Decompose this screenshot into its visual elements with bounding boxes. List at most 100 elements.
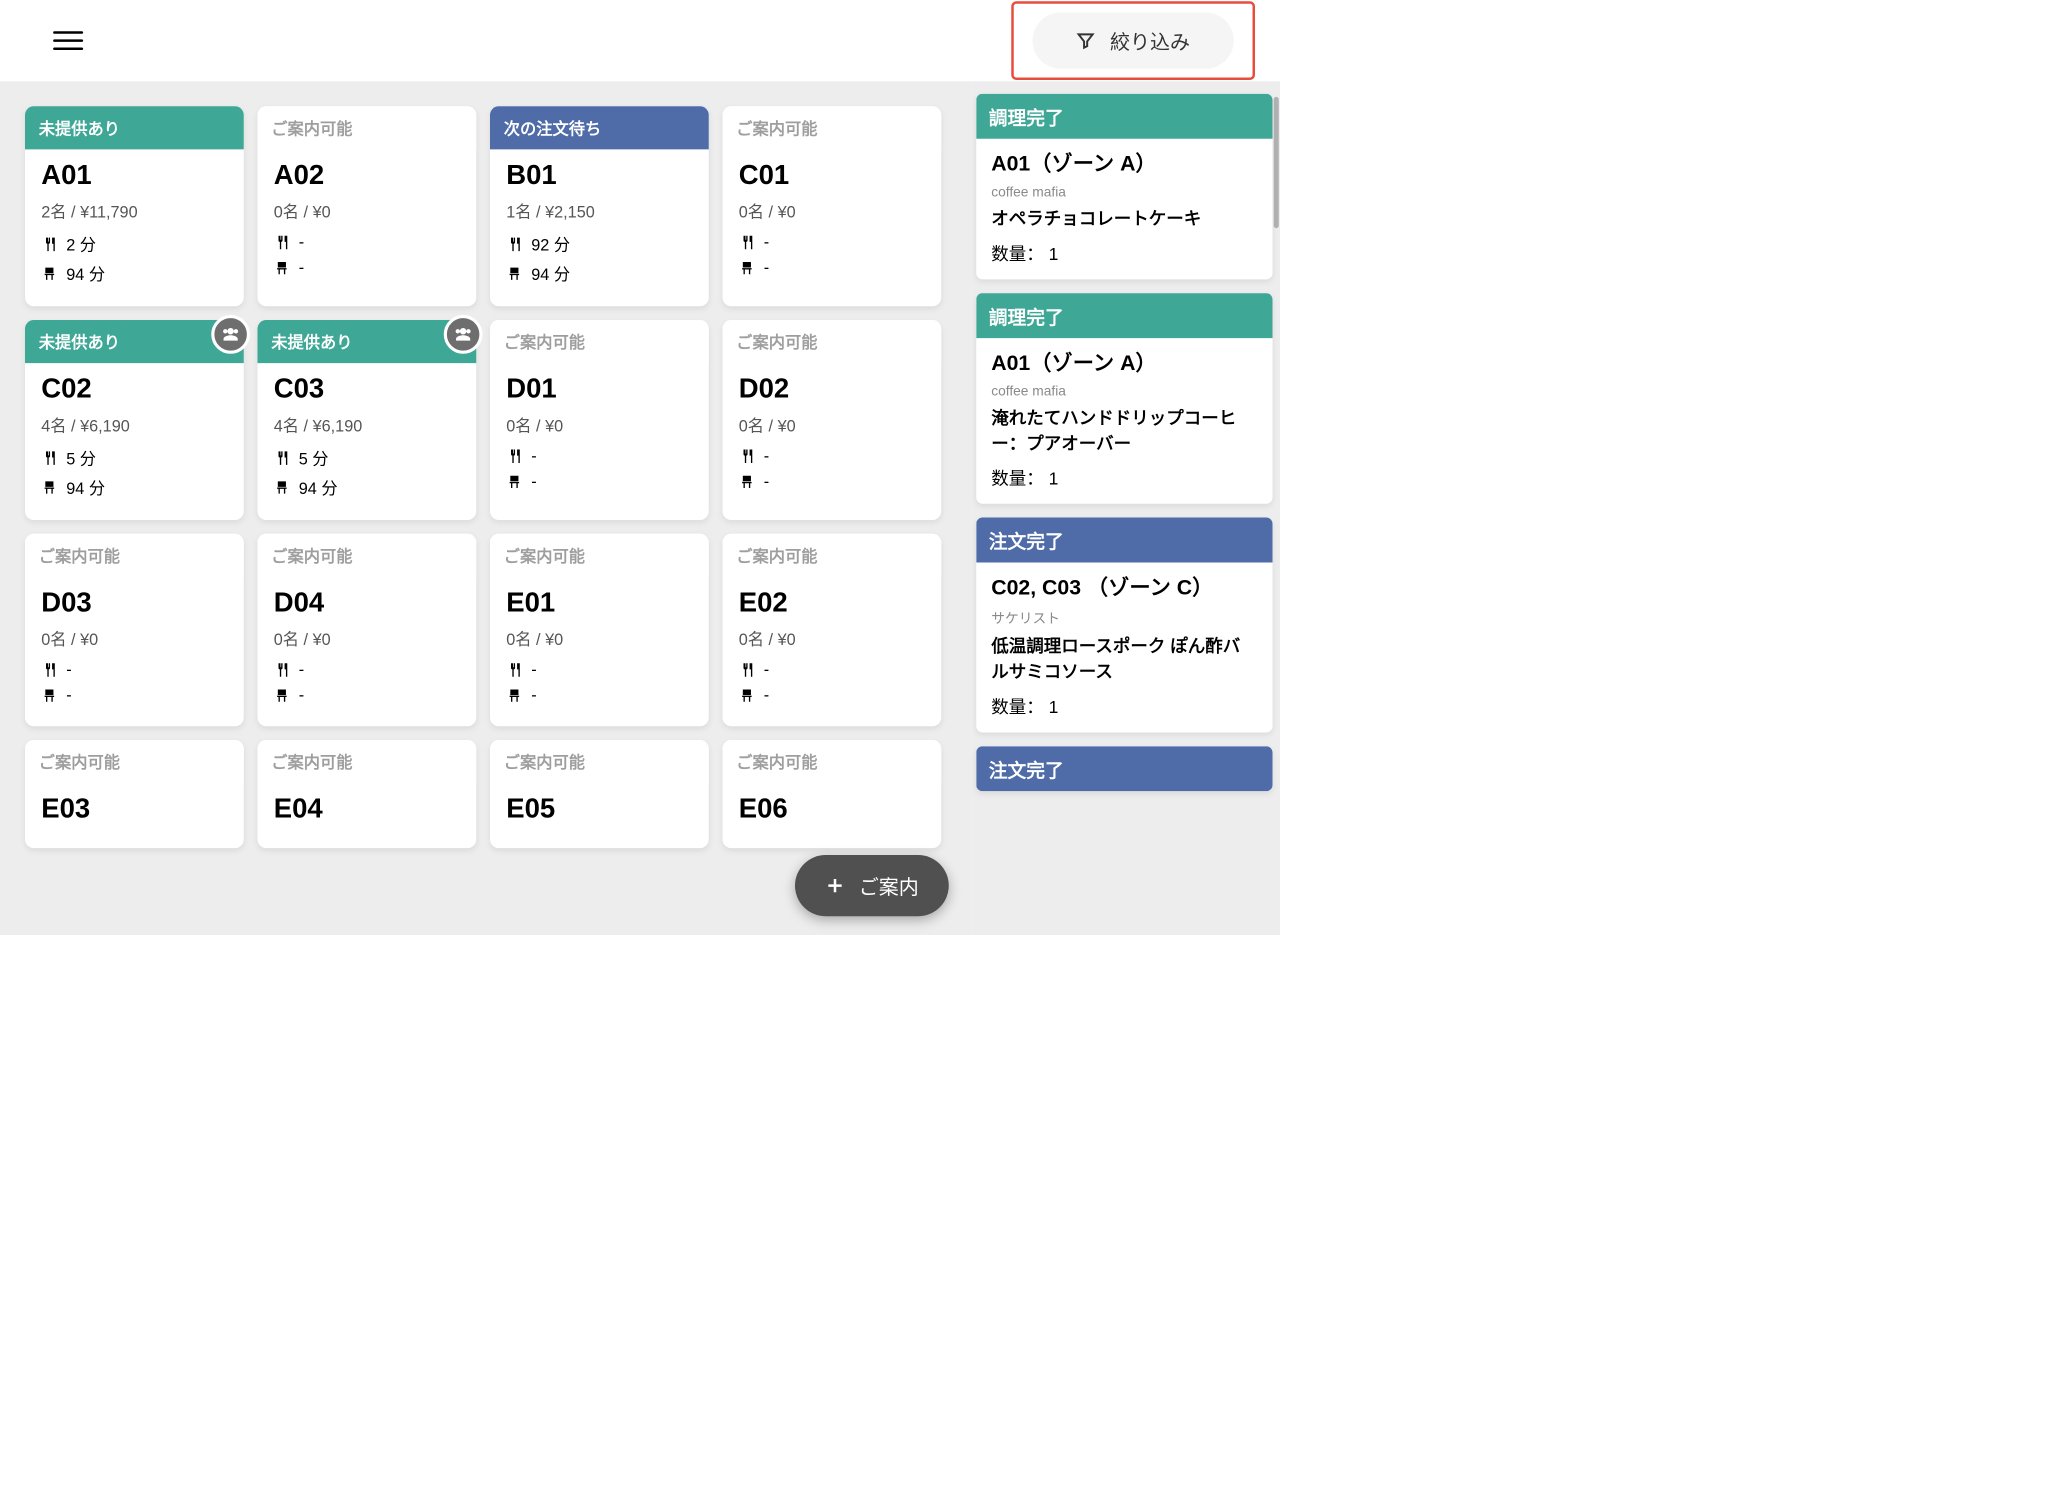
table-id: C02 [41,373,227,404]
table-id: A01 [41,159,227,190]
orders-area: 調理完了A01（ゾーン A）coffee mafiaオペラチョコレートケーキ数量… [971,81,1280,935]
cook-time-row: 2 分 [41,233,227,256]
card-status: 次の注文待ち [490,106,709,149]
table-guests-amount: 0名 / ¥0 [274,627,460,650]
table-card-A01[interactable]: 未提供ありA012名 / ¥11,7902 分94 分 [25,106,244,306]
card-status: ご案内可能 [490,320,709,363]
filter-highlight: 絞り込み [1011,1,1255,80]
order-card[interactable]: 注文完了C02, C03 （ゾーン C）サケリスト低温調理ロースポーク ぽん酢バ… [976,518,1272,733]
table-id: E06 [739,793,925,824]
table-card-E06[interactable]: ご案内可能 E06 [723,740,942,848]
filter-icon [1076,31,1095,50]
card-status: ご案内可能 [723,740,942,783]
seat-time-row: - [274,258,460,277]
scrollbar[interactable] [1273,97,1281,935]
fork-knife-icon [274,234,290,250]
order-shop: サケリスト [991,608,1257,628]
cook-time-row: - [274,660,460,679]
fork-knife-icon [506,448,522,464]
chair-icon [41,265,57,281]
table-id: D04 [274,587,460,618]
chair-icon [41,687,57,703]
fork-knife-icon [739,662,755,678]
seat-time-row: - [506,472,692,491]
table-guests-amount: 0名 / ¥0 [274,199,460,222]
table-guests-amount: 0名 / ¥0 [739,413,925,436]
table-card-C03[interactable]: 未提供ありC034名 / ¥6,1905 分94 分 [258,320,477,520]
chair-icon [506,265,522,281]
table-id: E03 [41,793,227,824]
table-id: E02 [739,587,925,618]
seat-time-row: 94 分 [41,476,227,499]
menu-icon[interactable] [53,31,83,50]
group-badge [444,315,483,354]
card-status: ご案内可能 [723,106,942,149]
seat-time-row: 94 分 [41,262,227,285]
table-card-E04[interactable]: ご案内可能 E04 [258,740,477,848]
card-status: ご案内可能 [490,740,709,783]
filter-label: 絞り込み [1110,26,1190,55]
order-table-label: A01（ゾーン A） [991,150,1257,178]
table-id: D02 [739,373,925,404]
seat-time-row: - [274,686,460,705]
table-guests-amount: 4名 / ¥6,190 [41,413,227,436]
table-guests-amount: 0名 / ¥0 [506,627,692,650]
table-card-C02[interactable]: 未提供ありC024名 / ¥6,1905 分94 分 [25,320,244,520]
fork-knife-icon [739,234,755,250]
seat-time-row: - [506,686,692,705]
order-item-name: 低温調理ロースポーク ぽん酢バルサミコソース [991,634,1257,685]
fork-knife-icon [739,448,755,464]
cook-time-row: - [739,233,925,252]
table-id: E01 [506,587,692,618]
table-card-E01[interactable]: ご案内可能E010名 / ¥0-- [490,534,709,727]
plus-icon [825,876,845,896]
table-card-D03[interactable]: ご案内可能D030名 / ¥0-- [25,534,244,727]
filter-button[interactable]: 絞り込み [1032,13,1233,69]
fork-knife-icon [274,662,290,678]
chair-icon [274,687,290,703]
seat-time-row: - [739,258,925,277]
table-id: D01 [506,373,692,404]
table-card-E03[interactable]: ご案内可能E03 [25,740,244,848]
fork-knife-icon [274,450,290,466]
table-card-B01[interactable]: 次の注文待ちB011名 / ¥2,15092 分94 分 [490,106,709,306]
table-card-D02[interactable]: ご案内可能D020名 / ¥0-- [723,320,942,520]
order-card[interactable]: 調理完了A01（ゾーン A）coffee mafiaオペラチョコレートケーキ数量… [976,94,1272,279]
chair-icon [506,473,522,489]
seat-time-row: - [739,472,925,491]
fork-knife-icon [41,450,57,466]
seat-time-row: - [41,686,227,705]
card-status: ご案内可能 [490,534,709,577]
card-status: ご案内可能 [25,534,244,577]
table-card-D01[interactable]: ご案内可能D010名 / ¥0-- [490,320,709,520]
table-id: B01 [506,159,692,190]
seat-time-row: - [739,686,925,705]
order-quantity: 数量： 1 [991,240,1257,265]
order-shop: coffee mafia [991,184,1257,200]
group-icon [453,324,474,345]
card-status: ご案内可能 [258,740,477,783]
order-card[interactable]: 調理完了A01（ゾーン A）coffee mafia淹れたてハンドドリップコーヒ… [976,293,1272,504]
guide-fab-button[interactable]: ご案内 [795,855,949,916]
table-id: E04 [274,793,460,824]
seat-time-row: 94 分 [274,476,460,499]
table-card-D04[interactable]: ご案内可能D040名 / ¥0-- [258,534,477,727]
card-status: 未提供あり [25,320,244,363]
fab-label: ご案内 [859,871,919,900]
chair-icon [739,473,755,489]
order-card[interactable]: 注文完了 [976,746,1272,791]
table-card-C01[interactable]: ご案内可能C010名 / ¥0-- [723,106,942,306]
group-icon [220,324,241,345]
fork-knife-icon [41,236,57,252]
table-guests-amount: 0名 / ¥0 [506,413,692,436]
table-card-A02[interactable]: ご案内可能A020名 / ¥0-- [258,106,477,306]
table-card-E02[interactable]: ご案内可能E020名 / ¥0-- [723,534,942,727]
order-status: 注文完了 [976,518,1272,563]
table-guests-amount: 0名 / ¥0 [739,199,925,222]
tables-area: 未提供ありA012名 / ¥11,7902 分94 分ご案内可能A020名 / … [0,81,971,935]
table-guests-amount: 4名 / ¥6,190 [274,413,460,436]
table-card-E05[interactable]: ご案内可能E05 [490,740,709,848]
table-id: A02 [274,159,460,190]
card-status: 未提供あり [25,106,244,149]
group-badge [211,315,250,354]
